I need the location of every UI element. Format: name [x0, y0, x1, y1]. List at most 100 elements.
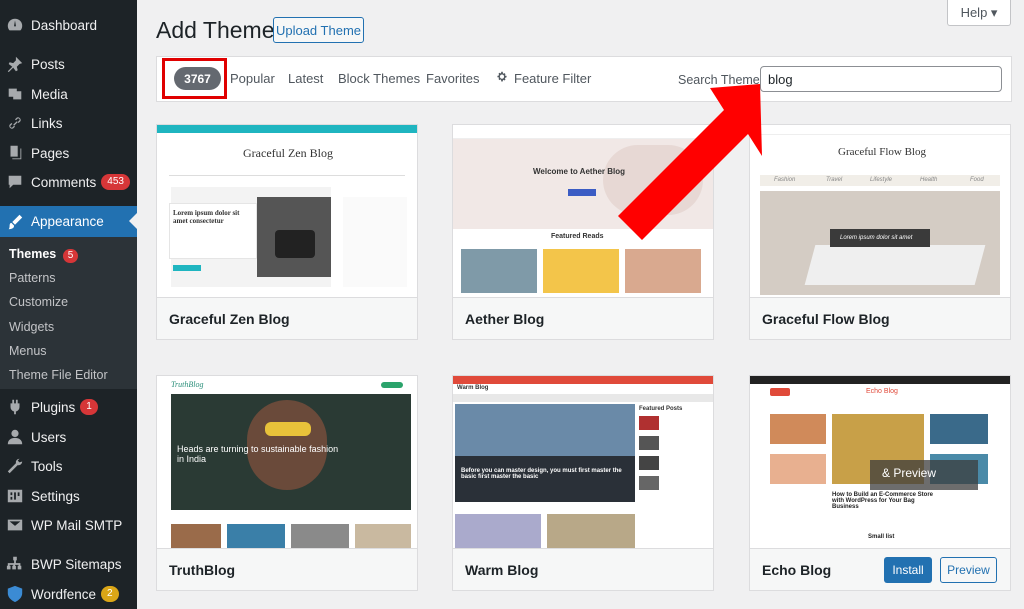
theme-card-warm-blog[interactable]: Warm Blog Before you can master design, … — [452, 375, 714, 591]
admin-sidebar: Dashboard Posts Media Links Pages Commen… — [0, 0, 137, 609]
theme-screenshot: Warm Blog Before you can master design, … — [453, 376, 713, 550]
theme-name: Warm Blog — [465, 562, 539, 578]
sidebar-item-wp-mail-smtp[interactable]: WP Mail SMTP — [0, 510, 137, 540]
red-arrow-annotation — [618, 84, 762, 240]
media-icon — [6, 85, 24, 103]
sidebar-item-label: Pages — [31, 145, 70, 161]
appearance-submenu: Themes 5 Patterns Customize Widgets Menu… — [0, 237, 137, 389]
sidebar-item-pages[interactable]: Pages — [0, 138, 137, 168]
sitemap-icon — [6, 555, 24, 573]
sidebar-item-users[interactable]: Users — [0, 422, 137, 452]
sidebar-item-posts[interactable]: Posts — [0, 49, 137, 79]
active-menu-arrow — [129, 213, 137, 229]
sidebar-item-label: Comments — [31, 174, 97, 190]
submenu-menus[interactable]: Menus — [9, 344, 47, 358]
page-title: Add Themes — [156, 17, 286, 43]
search-themes-input[interactable] — [760, 66, 1002, 92]
theme-screenshot: Graceful Zen Blog Lorem ipsum dolor sit … — [157, 125, 417, 299]
sidebar-item-label: Settings — [31, 488, 80, 504]
theme-name: Graceful Flow Blog — [762, 311, 890, 327]
theme-tab: Travel — [826, 177, 843, 183]
theme-hero-text: Lorem ipsum dolor sit amet consectetur — [173, 209, 240, 225]
theme-screenshot: Echo Blog & Preview How to Build an E-Co… — [750, 376, 1010, 550]
upload-theme-button[interactable]: Upload Theme — [273, 17, 364, 43]
themes-count-badge: 5 — [62, 249, 79, 263]
theme-tab: Health — [920, 177, 938, 183]
sidebar-item-label: Media — [31, 86, 68, 102]
sidebar-item-plugins[interactable]: Plugins 1 — [0, 392, 137, 422]
sidebar-item-label: Dashboard — [31, 17, 98, 33]
wordfence-count-badge: 2 — [101, 586, 119, 602]
theme-tab: Lifestyle — [870, 177, 893, 183]
submenu-themes[interactable]: Themes 5 — [9, 247, 79, 263]
theme-card-graceful-zen-blog[interactable]: Graceful Zen Blog Lorem ipsum dolor sit … — [156, 124, 418, 340]
filter-block-themes[interactable]: Block Themes — [338, 71, 420, 86]
sidebar-item-settings[interactable]: Settings — [0, 481, 137, 511]
sidebar-item-tools[interactable]: Tools — [0, 451, 137, 481]
preview-button[interactable]: Preview — [940, 557, 997, 583]
wrench-icon — [6, 457, 24, 475]
sidebar-item-wordfence[interactable]: Wordfence 2 — [0, 579, 137, 609]
theme-tab: Fashion — [774, 177, 796, 183]
help-button[interactable]: Help ▾ — [947, 0, 1011, 26]
sidebar-item-dashboard[interactable]: Dashboard — [0, 10, 137, 40]
theme-card-graceful-flow-blog[interactable]: Graceful Flow Blog Fashion Travel Lifest… — [749, 124, 1011, 340]
filter-feature-filter[interactable]: Feature Filter — [514, 71, 591, 86]
theme-name-bar: Warm Blog — [453, 548, 713, 590]
theme-name-bar: Graceful Zen Blog — [157, 297, 417, 339]
theme-hero-text: Before you can master design, you must f… — [461, 468, 622, 480]
comment-icon — [6, 173, 24, 191]
theme-site-title: Echo Blog — [866, 388, 898, 395]
sidebar-item-label: BWP Sitemaps — [31, 556, 122, 572]
theme-tab: Food — [970, 177, 984, 183]
theme-name-bar: Echo Blog Install Preview — [750, 548, 1010, 590]
sidebar-item-label: Wordfence — [31, 586, 97, 602]
theme-sidebar-title: Featured Posts — [639, 406, 683, 412]
sidebar-item-media[interactable]: Media — [0, 79, 137, 109]
theme-name: Echo Blog — [762, 562, 832, 578]
sidebar-item-label: WP Mail SMTP — [31, 517, 123, 533]
theme-card-truthblog[interactable]: TruthBlog Heads are turning to sustainab… — [156, 375, 418, 591]
theme-name: TruthBlog — [169, 562, 236, 578]
sidebar-item-label: Posts — [31, 56, 65, 72]
submenu-patterns[interactable]: Patterns — [9, 271, 56, 285]
submenu-label: Themes — [9, 247, 57, 261]
install-button[interactable]: Install — [884, 557, 932, 583]
submenu-widgets[interactable]: Widgets — [9, 320, 54, 334]
theme-name-bar: Aether Blog — [453, 297, 713, 339]
sidebar-item-appearance[interactable]: Appearance — [0, 206, 137, 237]
brush-icon — [6, 213, 24, 231]
filter-latest[interactable]: Latest — [288, 71, 323, 86]
sidebar-item-comments[interactable]: Comments 453 — [0, 167, 137, 197]
pin-icon — [6, 55, 24, 73]
theme-screenshot: Graceful Flow Blog Fashion Travel Lifest… — [750, 125, 1010, 299]
sidebar-item-label: Links — [31, 115, 63, 131]
submenu-theme-file-editor[interactable]: Theme File Editor — [9, 368, 108, 382]
theme-site-title: Warm Blog — [457, 385, 489, 391]
user-icon — [6, 428, 24, 446]
filter-popular[interactable]: Popular — [230, 71, 275, 86]
theme-section-title: Small list — [868, 534, 895, 540]
sidebar-item-links[interactable]: Links — [0, 108, 137, 138]
shield-icon — [6, 585, 24, 603]
theme-logo: TruthBlog — [171, 380, 204, 389]
submenu-customize[interactable]: Customize — [9, 295, 68, 309]
sidebar-item-label: Appearance — [31, 214, 104, 229]
sidebar-item-label: Tools — [31, 458, 63, 474]
plugins-count-badge: 1 — [80, 399, 98, 415]
theme-post-caption: How to Build an E-Commerce Store with Wo… — [832, 492, 934, 510]
sidebar-item-bwp-sitemaps[interactable]: BWP Sitemaps — [0, 549, 137, 579]
theme-section-title: Featured Reads — [551, 233, 604, 240]
theme-site-title: Graceful Zen Blog — [243, 146, 333, 160]
theme-name-bar: Graceful Flow Blog — [750, 297, 1010, 339]
plugin-icon — [6, 398, 24, 416]
theme-screenshot: TruthBlog Heads are turning to sustainab… — [157, 376, 417, 550]
gear-icon[interactable] — [495, 71, 509, 85]
theme-name: Aether Blog — [465, 311, 545, 327]
dashboard-icon — [6, 16, 24, 34]
settings-icon — [6, 487, 24, 505]
theme-name: Graceful Zen Blog — [169, 311, 290, 327]
link-icon — [6, 114, 24, 132]
theme-card-echo-blog[interactable]: Echo Blog & Preview How to Build an E-Co… — [749, 375, 1011, 591]
filter-favorites[interactable]: Favorites — [426, 71, 479, 86]
